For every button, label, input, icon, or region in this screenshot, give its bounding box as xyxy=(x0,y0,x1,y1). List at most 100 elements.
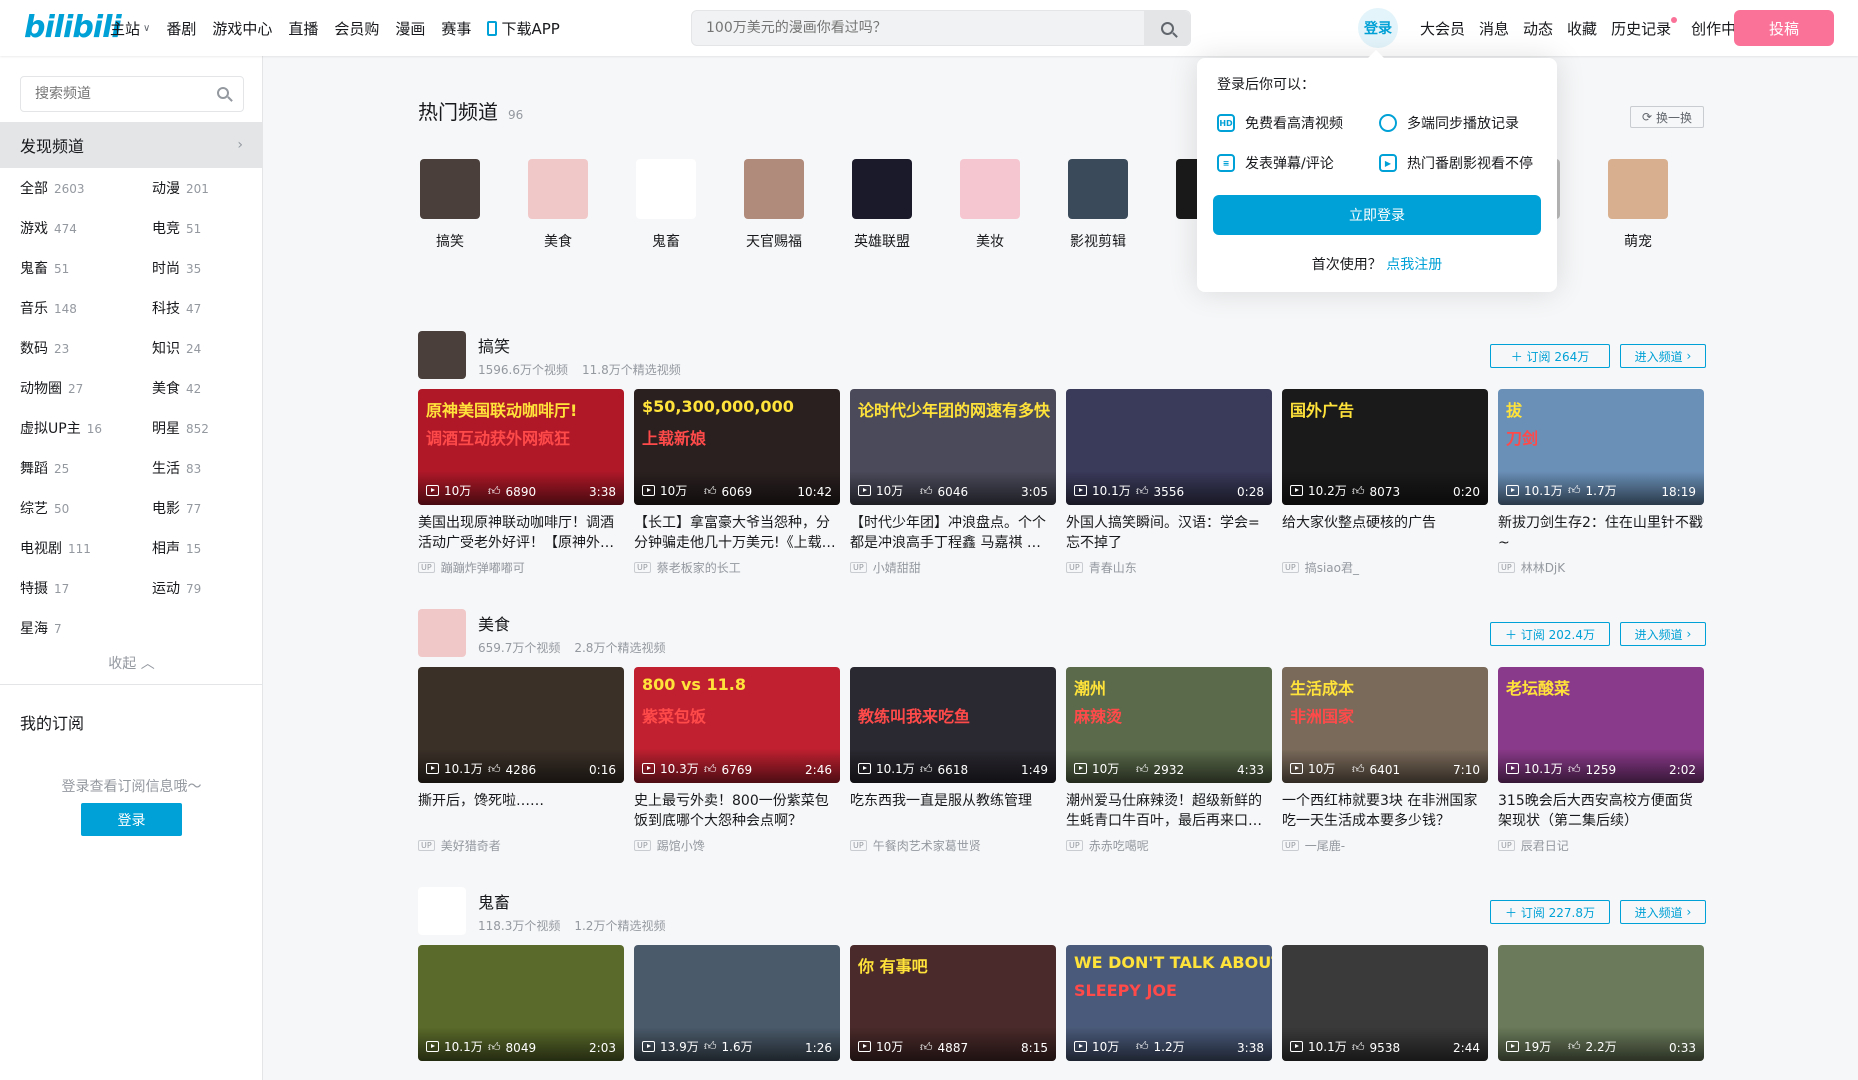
uploader[interactable]: UP 林林DjK xyxy=(1498,559,1704,576)
nav-match[interactable]: 赛事 xyxy=(441,18,471,39)
hot-channel-item[interactable]: 搞笑 xyxy=(408,159,492,251)
uploader[interactable]: UP 午餐肉艺术家葛世贤 xyxy=(850,837,1056,854)
video-title[interactable]: 315晚会后大西安高校方便面货架现状（第二集后续） xyxy=(1498,791,1704,831)
bilibili-logo[interactable]: bilibili xyxy=(24,10,122,45)
category-item[interactable]: 游戏 474 xyxy=(20,218,77,238)
video-card[interactable]: 10.1万 👍︎ 3556 0:28 外国人搞笑瞬间。汉语：学会=忘不掉了 UP 青春山东 xyxy=(1066,389,1272,576)
category-item[interactable]: 鬼畜 51 xyxy=(20,258,69,278)
video-title[interactable]: 新拔刀剑生存2：住在山里针不戳~ xyxy=(1498,513,1704,553)
nav-dynamics[interactable]: 动态 xyxy=(1523,18,1553,39)
hot-channel-item[interactable]: 天官赐福 xyxy=(732,159,816,251)
video-thumbnail[interactable]: 生活成本 非洲国家 10万 👍︎ 6401 7:10 xyxy=(1282,667,1488,783)
category-item[interactable]: 综艺 50 xyxy=(20,498,69,518)
video-card[interactable]: 10.1万 👍︎ 9538 2:44 xyxy=(1282,945,1488,1061)
uploader[interactable]: UP 辰君日记 xyxy=(1498,837,1704,854)
category-item[interactable]: 虚拟UP主 16 xyxy=(20,418,102,438)
category-item[interactable]: 特摄 17 xyxy=(20,578,69,598)
video-card[interactable]: 10.1万 👍︎ 4286 0:16 撕开后，馋死啦…… UP 美好猎奇者 xyxy=(418,667,624,854)
video-thumbnail[interactable]: 10.1万 👍︎ 3556 0:28 xyxy=(1066,389,1272,505)
refresh-button[interactable]: ⟳ 换一换 xyxy=(1630,106,1704,128)
collapse-button[interactable]: 收起 ︿ xyxy=(0,653,263,673)
video-card[interactable]: 教练叫我来吃鱼 10.1万 👍︎ 6618 1:49 吃东西我一直是服从教练管理 UP 午餐肉… xyxy=(850,667,1056,854)
uploader[interactable]: UP 蹦蹦炸弹嘟嘟可 xyxy=(418,559,624,576)
channel-avatar[interactable] xyxy=(418,887,466,935)
enter-channel-button[interactable]: 进入频道 › xyxy=(1620,344,1706,368)
category-item[interactable]: 时尚 35 xyxy=(152,258,201,278)
nav-main-site[interactable]: 主站 ∨ xyxy=(110,18,150,39)
search-input[interactable] xyxy=(692,11,1144,45)
video-title[interactable]: 给大家伙整点硬核的广告 xyxy=(1282,513,1488,553)
subscribe-button[interactable]: ＋ 订阅 202.4万 xyxy=(1490,622,1610,646)
category-item[interactable]: 科技 47 xyxy=(152,298,201,318)
hot-channel-item[interactable]: 影视剪辑 xyxy=(1056,159,1140,251)
hot-channel-item[interactable]: 萌宠 xyxy=(1596,159,1680,251)
channel-search-input[interactable] xyxy=(21,77,211,111)
register-link[interactable]: 点我注册 xyxy=(1386,257,1442,273)
subscribe-button[interactable]: ＋ 订阅 264万 xyxy=(1490,344,1610,368)
channel-section-name[interactable]: 美食 xyxy=(478,611,510,635)
video-card[interactable]: 你 有事吧 10万 👍︎ 4887 8:15 xyxy=(850,945,1056,1061)
nav-mall[interactable]: 会员购 xyxy=(334,18,379,39)
video-thumbnail[interactable]: 潮州 麻辣烫 10万 👍︎ 2932 4:33 xyxy=(1066,667,1272,783)
nav-manga[interactable]: 漫画 xyxy=(395,18,425,39)
hot-channel-item[interactable]: 鬼畜 xyxy=(624,159,708,251)
uploader[interactable]: UP 美好猎奇者 xyxy=(418,837,624,854)
category-item[interactable]: 音乐 148 xyxy=(20,298,77,318)
nav-history[interactable]: 历史记录 xyxy=(1611,17,1678,39)
video-thumbnail[interactable]: 10.1万 👍︎ 9538 2:44 xyxy=(1282,945,1488,1061)
video-thumbnail[interactable]: 你 有事吧 10万 👍︎ 4887 8:15 xyxy=(850,945,1056,1061)
video-title[interactable]: 一个西红柿就要3块 在非洲国家吃一天生活成本要多少钱？ xyxy=(1282,791,1488,831)
category-item[interactable]: 数码 23 xyxy=(20,338,69,358)
category-item[interactable]: 知识 24 xyxy=(152,338,201,358)
video-thumbnail[interactable]: 老坛酸菜 10.1万 👍︎ 1259 2:02 xyxy=(1498,667,1704,783)
video-thumbnail[interactable]: 10.1万 👍︎ 8049 2:03 xyxy=(418,945,624,1061)
video-card[interactable]: WE DON'T TALK ABOUT SLEEPY JOE 10万 👍︎ 1.2万 3:… xyxy=(1066,945,1272,1061)
nav-live[interactable]: 直播 xyxy=(288,18,318,39)
enter-channel-button[interactable]: 进入频道 › xyxy=(1620,622,1706,646)
video-card[interactable]: 10.1万 👍︎ 8049 2:03 xyxy=(418,945,624,1061)
nav-vip[interactable]: 大会员 xyxy=(1420,18,1465,39)
video-thumbnail[interactable]: 800 vs 11.8 紫菜包饭 10.3万 👍︎ 6769 2:46 xyxy=(634,667,840,783)
video-card[interactable]: 老坛酸菜 10.1万 👍︎ 1259 2:02 315晚会后大西安高校方便面货架现状（第二… xyxy=(1498,667,1704,854)
video-thumbnail[interactable]: 13.9万 👍︎ 1.6万 1:26 xyxy=(634,945,840,1061)
category-item[interactable]: 舞蹈 25 xyxy=(20,458,69,478)
video-title[interactable]: 撕开后，馋死啦…… xyxy=(418,791,624,831)
hot-channel-item[interactable]: 美食 xyxy=(516,159,600,251)
category-item[interactable]: 相声 15 xyxy=(152,538,201,558)
discover-channels[interactable]: 发现频道 › xyxy=(0,122,263,168)
category-item[interactable]: 明星 852 xyxy=(152,418,209,438)
video-card[interactable]: 拔刀剑 10.1万 👍︎ 1.7万 18:19 新拔刀剑生存2：住在山里针不戳~ UP 林林D… xyxy=(1498,389,1704,576)
video-title[interactable]: 潮州爱马仕麻辣烫！超级新鲜的生蚝青口牛百叶，最后再来口… xyxy=(1066,791,1272,831)
video-thumbnail[interactable]: WE DON'T TALK ABOUT SLEEPY JOE 10万 👍︎ 1.2万 3:… xyxy=(1066,945,1272,1061)
video-card[interactable]: 13.9万 👍︎ 1.6万 1:26 xyxy=(634,945,840,1061)
login-avatar[interactable]: 登录 xyxy=(1358,8,1398,48)
category-item[interactable]: 电竞 51 xyxy=(152,218,201,238)
hot-channel-item[interactable]: 美妆 xyxy=(948,159,1032,251)
video-card[interactable]: 论时代少年团的网速有多快 10万 👍︎ 6046 3:05 【时代少年团】冲浪盘点。个个都… xyxy=(850,389,1056,576)
search-button[interactable] xyxy=(1144,11,1190,45)
category-item[interactable]: 全部 2603 xyxy=(20,178,85,198)
nav-anime[interactable]: 番剧 xyxy=(166,18,196,39)
category-item[interactable]: 运动 79 xyxy=(152,578,201,598)
category-item[interactable]: 生活 83 xyxy=(152,458,201,478)
upload-button[interactable]: 投稿 xyxy=(1734,10,1834,46)
category-item[interactable]: 动物圈 27 xyxy=(20,378,83,398)
video-title[interactable]: 美国出现原神联动咖啡厅！调酒活动广受老外好评！【原神外… xyxy=(418,513,624,553)
video-thumbnail[interactable]: $50,300,000,000 上载新娘 10万 👍︎ 6069 10:42 xyxy=(634,389,840,505)
uploader[interactable]: UP 赤赤吃噶呢 xyxy=(1066,837,1272,854)
video-title[interactable]: 吃东西我一直是服从教练管理 xyxy=(850,791,1056,831)
subscribe-button[interactable]: ＋ 订阅 227.8万 xyxy=(1490,900,1610,924)
category-item[interactable]: 美食 42 xyxy=(152,378,201,398)
video-thumbnail[interactable]: 教练叫我来吃鱼 10.1万 👍︎ 6618 1:49 xyxy=(850,667,1056,783)
video-thumbnail[interactable]: 国外广告 10.2万 👍︎ 8073 0:20 xyxy=(1282,389,1488,505)
uploader[interactable]: UP 小婧甜甜 xyxy=(850,559,1056,576)
video-card[interactable]: 原神美国联动咖啡厅! 调酒互动获外网疯狂 10万 👍︎ 6890 3:38 美国出现原神联动… xyxy=(418,389,624,576)
nav-messages[interactable]: 消息 xyxy=(1479,18,1509,39)
hot-channel-item[interactable]: 英雄联盟 xyxy=(840,159,924,251)
video-thumbnail[interactable]: 论时代少年团的网速有多快 10万 👍︎ 6046 3:05 xyxy=(850,389,1056,505)
video-card[interactable]: 19万 👍︎ 2.2万 0:33 xyxy=(1498,945,1704,1061)
video-card[interactable]: 国外广告 10.2万 👍︎ 8073 0:20 给大家伙整点硬核的广告 UP 搞siao君_ xyxy=(1282,389,1488,576)
video-title[interactable]: 外国人搞笑瞬间。汉语：学会=忘不掉了 xyxy=(1066,513,1272,553)
uploader[interactable]: UP 一尾鹿- xyxy=(1282,837,1488,854)
category-item[interactable]: 星海 7 xyxy=(20,618,62,638)
